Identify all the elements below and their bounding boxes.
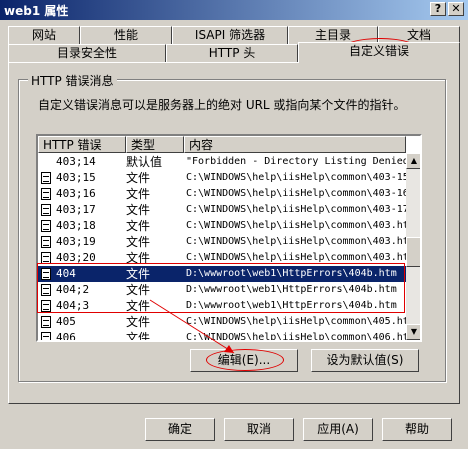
tab-performance[interactable]: 性能: [80, 26, 172, 44]
properties-dialog: web1 属性 ? ✕ 网站 性能 ISAPI 筛选器 主目录 文档 目录安全性…: [0, 0, 468, 449]
http-error-code: 403;20: [56, 251, 96, 264]
document-icon: [41, 220, 51, 232]
table-row[interactable]: 403;18 文件 C:\WINDOWS\help\iisHelp\common\4…: [38, 218, 406, 234]
help-button[interactable]: 帮助: [382, 418, 452, 441]
table-row[interactable]: 403;17 文件 C:\WINDOWS\help\iisHelp\common\4…: [38, 202, 406, 218]
error-content: C:\WINDOWS\help\iisHelp\common\406.htm: [186, 332, 406, 342]
column-header-type[interactable]: 类型: [126, 136, 184, 153]
http-error-code: 405: [56, 315, 76, 328]
document-icon: [41, 188, 51, 200]
document-icon: [41, 300, 51, 312]
error-list[interactable]: HTTP 错误 类型 内容 403;14 默认值 "Forbidden - Dire…: [36, 134, 422, 342]
error-type: 文件: [126, 235, 151, 249]
tab-custom-errors[interactable]: 自定义错误: [298, 42, 460, 63]
description-text: 自定义错误消息可以是服务器上的绝对 URL 或指向某个文件的指针。: [38, 98, 406, 112]
http-error-code: 403;15: [56, 171, 96, 184]
table-row[interactable]: 403;20 文件 C:\WINDOWS\help\iisHelp\common\4…: [38, 250, 406, 266]
http-error-code: 403;19: [56, 235, 96, 248]
error-type: 文件: [126, 299, 151, 313]
http-error-code: 403;18: [56, 219, 96, 232]
column-header-http-error[interactable]: HTTP 错误: [38, 136, 126, 153]
document-icon: [41, 268, 51, 280]
error-content: C:\WINDOWS\help\iisHelp\common\403-16.ht…: [186, 188, 406, 199]
error-content: "Forbidden - Directory Listing Denied": [186, 156, 406, 167]
document-icon: [41, 332, 51, 340]
scroll-down-arrow-icon[interactable]: ▼: [406, 324, 420, 340]
tab-website[interactable]: 网站: [8, 26, 80, 44]
column-header-content[interactable]: 内容: [184, 136, 406, 153]
error-content: D:\wwwroot\web1\HttpErrors\404b.htm: [186, 300, 397, 311]
http-error-code: 403;17: [56, 203, 96, 216]
table-row[interactable]: 404 文件 D:\wwwroot\web1\HttpErrors\404b.htm: [38, 266, 406, 282]
vertical-scrollbar[interactable]: ▲ ▼: [406, 153, 420, 340]
error-type: 文件: [126, 283, 151, 297]
error-content: C:\WINDOWS\help\iisHelp\common\403.htm: [186, 252, 406, 263]
table-row[interactable]: 403;19 文件 C:\WINDOWS\help\iisHelp\common\4…: [38, 234, 406, 250]
title-bar: web1 属性 ? ✕: [0, 0, 468, 20]
document-icon: [41, 172, 51, 184]
error-content: D:\wwwroot\web1\HttpErrors\404b.htm: [186, 284, 397, 295]
error-content: C:\WINDOWS\help\iisHelp\common\405.htm: [186, 316, 406, 327]
scroll-thumb[interactable]: [406, 237, 420, 267]
table-row[interactable]: 404;3 文件 D:\wwwroot\web1\HttpErrors\404b.h…: [38, 298, 406, 314]
error-type: 文件: [126, 267, 151, 281]
error-content: D:\wwwroot\web1\HttpErrors\404b.htm: [186, 268, 397, 279]
cancel-button[interactable]: 取消: [224, 418, 294, 441]
table-row[interactable]: 403;14 默认值 "Forbidden - Directory Listing …: [38, 154, 406, 170]
window-title: web1 属性: [4, 4, 69, 18]
help-title-button[interactable]: ?: [430, 2, 446, 16]
table-row[interactable]: 405 文件 C:\WINDOWS\help\iisHelp\common\405.…: [38, 314, 406, 330]
tab-directory-security[interactable]: 目录安全性: [8, 44, 166, 62]
groupbox-legend: HTTP 错误消息: [28, 72, 117, 89]
edit-button[interactable]: 编辑(E)...: [190, 349, 298, 372]
error-type: 文件: [126, 315, 151, 329]
http-error-code: 404;3: [56, 299, 90, 312]
http-error-code: 403;16: [56, 187, 96, 200]
http-error-code: 404;2: [56, 283, 90, 296]
http-error-code: 406: [56, 331, 76, 342]
tab-row-front: 目录安全性 HTTP 头 自定义错误: [0, 42, 468, 63]
list-header: HTTP 错误 类型 内容: [38, 136, 406, 153]
error-type: 文件: [126, 251, 151, 265]
http-error-code: 404: [56, 267, 76, 280]
error-content: C:\WINDOWS\help\iisHelp\common\403.htm: [186, 220, 406, 231]
ok-button[interactable]: 确定: [145, 418, 215, 441]
set-default-button[interactable]: 设为默认值(S): [311, 349, 419, 372]
table-row[interactable]: 406 文件 C:\WINDOWS\help\iisHelp\common\406.…: [38, 330, 406, 342]
table-row[interactable]: 403;15 文件 C:\WINDOWS\help\iisHelp\common\4…: [38, 170, 406, 186]
tab-isapi-filters[interactable]: ISAPI 筛选器: [172, 26, 288, 44]
apply-button[interactable]: 应用(A): [303, 418, 373, 441]
document-icon: [41, 252, 51, 264]
error-content: C:\WINDOWS\help\iisHelp\common\403-17.ht…: [186, 204, 406, 215]
error-type: 文件: [126, 203, 151, 217]
document-icon: [41, 316, 51, 328]
error-content: C:\WINDOWS\help\iisHelp\common\403.htm: [186, 236, 406, 247]
document-icon: [41, 284, 51, 296]
document-icon: [41, 204, 51, 216]
http-error-code: 403;14: [56, 155, 96, 168]
error-type: 文件: [126, 171, 151, 185]
table-row[interactable]: 403;16 文件 C:\WINDOWS\help\iisHelp\common\4…: [38, 186, 406, 202]
error-type: 文件: [126, 331, 151, 342]
close-icon[interactable]: ✕: [448, 2, 464, 16]
scroll-up-arrow-icon[interactable]: ▲: [406, 153, 420, 169]
table-row[interactable]: 404;2 文件 D:\wwwroot\web1\HttpErrors\404b.h…: [38, 282, 406, 298]
document-icon: [41, 236, 51, 248]
error-type: 默认值: [126, 155, 163, 169]
error-content: C:\WINDOWS\help\iisHelp\common\403-15.ht…: [186, 172, 406, 183]
tab-http-headers[interactable]: HTTP 头: [166, 44, 298, 62]
error-type: 文件: [126, 219, 151, 233]
error-type: 文件: [126, 187, 151, 201]
